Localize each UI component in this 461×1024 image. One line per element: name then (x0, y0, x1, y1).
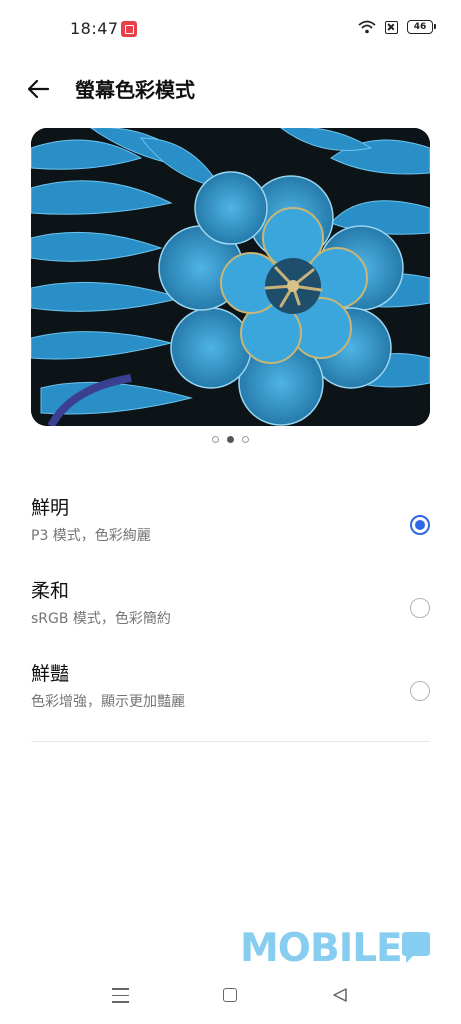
navigation-bar (0, 980, 461, 1012)
option-vivid[interactable]: 鮮明 P3 模式，色彩絢麗 (0, 493, 461, 569)
battery-icon: 46 (407, 20, 436, 34)
option-gentle[interactable]: 柔和 sRGB 模式，色彩簡約 (0, 576, 461, 652)
preview-artwork (31, 128, 430, 426)
notification-icon (121, 21, 137, 37)
radio-button-selected[interactable] (410, 515, 430, 535)
option-title: 柔和 (31, 580, 70, 602)
back-arrow-icon[interactable] (26, 76, 52, 102)
option-title: 鮮豔 (31, 663, 70, 685)
page-dot-active[interactable] (227, 436, 234, 443)
status-time: 18:47 (70, 19, 119, 38)
no-sim-icon (385, 20, 398, 34)
watermark-bubble-icon (402, 932, 430, 963)
status-bar: 18:47 46 (0, 0, 461, 56)
page-title: 螢幕色彩模式 (75, 78, 195, 102)
radio-button[interactable] (410, 681, 430, 701)
option-subtitle: P3 模式，色彩絢麗 (31, 528, 151, 544)
option-subtitle: 色彩增強，顯示更加豔麗 (31, 694, 185, 710)
divider (31, 741, 430, 742)
radio-button[interactable] (410, 598, 430, 618)
wifi-icon (358, 20, 376, 34)
page-indicator (0, 436, 461, 443)
back-triangle-icon[interactable] (332, 987, 348, 1003)
status-icons: 46 (358, 20, 436, 34)
home-icon[interactable] (223, 988, 237, 1002)
recent-apps-icon[interactable] (112, 988, 129, 1008)
preview-image[interactable] (31, 128, 430, 426)
watermark-logo: MOBILE (240, 926, 403, 971)
page-dot[interactable] (242, 436, 249, 443)
option-subtitle: sRGB 模式，色彩簡約 (31, 611, 171, 627)
app-header: 螢幕色彩模式 (0, 70, 461, 110)
page-dot[interactable] (212, 436, 219, 443)
option-bright[interactable]: 鮮豔 色彩增強，顯示更加豔麗 (0, 659, 461, 735)
option-title: 鮮明 (31, 497, 70, 519)
